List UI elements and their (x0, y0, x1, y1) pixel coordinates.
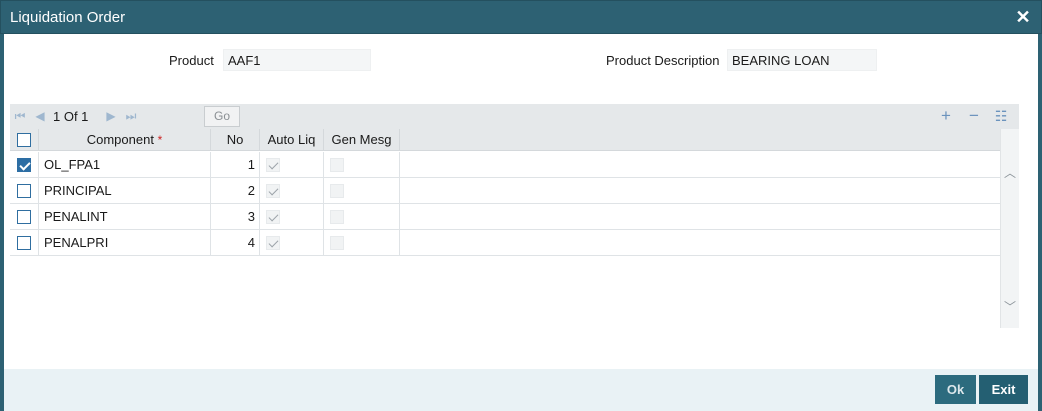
auto-liq-cell (260, 178, 324, 203)
no-cell[interactable]: 2 (211, 178, 260, 203)
gen-mesg-cell (324, 230, 400, 255)
required-marker: * (157, 133, 163, 147)
auto-liq-checkbox (266, 236, 280, 250)
auto-liq-column-header[interactable]: Auto Liq (260, 129, 324, 151)
table-row[interactable]: PRINCIPAL 2 (10, 178, 1000, 204)
auto-liq-cell (260, 204, 324, 229)
gen-mesg-checkbox (330, 210, 344, 224)
no-cell[interactable]: 1 (211, 152, 260, 177)
close-icon[interactable]: ✕ (1014, 8, 1032, 26)
component-cell[interactable]: PRINCIPAL (39, 178, 211, 203)
no-value: 1 (247, 157, 255, 172)
auto-liq-cell (260, 230, 324, 255)
window-title: Liquidation Order (10, 9, 126, 26)
gen-mesg-cell (324, 152, 400, 177)
row-select-cell (10, 152, 39, 177)
no-cell[interactable]: 3 (211, 204, 260, 229)
next-page-icon[interactable]: ▶ (104, 109, 118, 123)
no-value: 2 (247, 183, 255, 198)
product-description-value: BEARING LOAN (732, 53, 830, 68)
gen-mesg-cell (324, 178, 400, 203)
footer-bar: Ok Exit (4, 369, 1038, 411)
view-options-icon[interactable]: ☷ (993, 108, 1009, 124)
ok-button[interactable]: Ok (935, 375, 976, 404)
component-value: PRINCIPAL (44, 183, 112, 198)
first-page-icon[interactable]: ⏮ (13, 109, 27, 123)
gen-mesg-checkbox (330, 236, 344, 250)
product-field[interactable]: AAF1 (223, 49, 371, 71)
component-value: OL_FPA1 (44, 157, 101, 172)
vertical-scrollbar[interactable]: ︿ ﹀ (1000, 129, 1019, 328)
row-select-cell (10, 230, 39, 255)
exit-button[interactable]: Exit (979, 375, 1028, 404)
product-value: AAF1 (228, 53, 261, 68)
row-select-cell (10, 178, 39, 203)
product-label: Product (169, 53, 214, 68)
auto-liq-checkbox (266, 184, 280, 198)
row-select-checkbox[interactable] (17, 158, 31, 172)
select-all-cell (10, 129, 39, 151)
window-frame-left (0, 34, 4, 411)
component-header-label: Component (86, 132, 154, 147)
no-cell[interactable]: 4 (211, 230, 260, 255)
table-row[interactable]: PENALINT 3 (10, 204, 1000, 230)
window-titlebar: Liquidation Order ✕ (0, 0, 1042, 34)
prev-page-icon[interactable]: ◀ (33, 109, 47, 123)
select-all-checkbox[interactable] (17, 133, 31, 147)
no-value: 3 (247, 209, 255, 224)
product-description-label: Product Description (606, 53, 720, 68)
table-row[interactable]: OL_FPA1 1 (10, 152, 1000, 178)
row-select-checkbox[interactable] (17, 236, 31, 250)
scroll-up-icon[interactable]: ︿ (1004, 167, 1016, 179)
add-row-icon[interactable]: + (938, 107, 954, 124)
gen-mesg-checkbox (330, 158, 344, 172)
no-value: 4 (247, 235, 255, 250)
auto-liq-checkbox (266, 158, 280, 172)
go-button[interactable]: Go (204, 106, 240, 127)
component-cell[interactable]: PENALINT (39, 204, 211, 229)
last-page-icon[interactable]: ⏭ (124, 109, 138, 123)
table-row[interactable]: PENALPRI 4 (10, 230, 1000, 256)
grid-header: Component * No Auto Liq Gen Mesg (10, 129, 1000, 151)
row-select-checkbox[interactable] (17, 184, 31, 198)
component-value: PENALINT (44, 209, 108, 224)
component-cell[interactable]: OL_FPA1 (39, 152, 211, 177)
auto-liq-cell (260, 152, 324, 177)
gen-mesg-checkbox (330, 184, 344, 198)
page-indicator: 1 Of 1 (53, 109, 89, 124)
gen-mesg-column-header[interactable]: Gen Mesg (324, 129, 400, 151)
no-column-header[interactable]: No (211, 129, 260, 151)
auto-liq-checkbox (266, 210, 280, 224)
gen-mesg-cell (324, 204, 400, 229)
grid-toolbar: ⏮ ◀ 1 Of 1 ▶ ⏭ Go + − ☷ (10, 104, 1019, 129)
component-column-header[interactable]: Component * (39, 129, 211, 151)
window-frame-right (1038, 34, 1042, 411)
component-value: PENALPRI (44, 235, 109, 250)
product-description-field[interactable]: BEARING LOAN (727, 49, 877, 71)
scroll-down-icon[interactable]: ﹀ (1004, 301, 1016, 313)
component-cell[interactable]: PENALPRI (39, 230, 211, 255)
row-select-cell (10, 204, 39, 229)
liquidation-grid: ⏮ ◀ 1 Of 1 ▶ ⏭ Go + − ☷ Component * No A… (10, 104, 1019, 328)
row-select-checkbox[interactable] (17, 210, 31, 224)
delete-row-icon[interactable]: − (966, 107, 982, 124)
